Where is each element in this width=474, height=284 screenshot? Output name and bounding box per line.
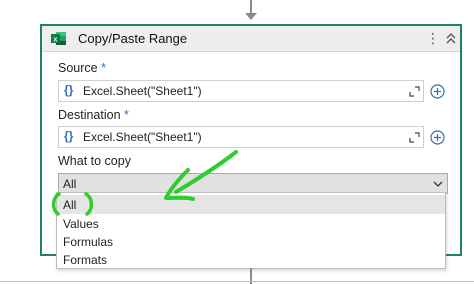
excel-icon: x (51, 32, 66, 45)
source-label: Source * (58, 61, 106, 75)
chevron-double-up-icon[interactable] (444, 29, 458, 47)
dropdown-option-values[interactable]: Values (57, 214, 445, 233)
source-value: Excel.Sheet("Sheet1") (83, 84, 202, 98)
chevron-down-icon[interactable] (433, 180, 443, 188)
source-field[interactable]: {} Excel.Sheet("Sheet1") (58, 80, 424, 102)
flow-connector-top (250, 0, 252, 14)
what-to-copy-select[interactable]: All (58, 173, 448, 194)
expand-editor-icon[interactable] (409, 132, 420, 143)
dropdown-option-formulas[interactable]: Formulas (57, 232, 445, 251)
canvas-divider (0, 281, 474, 282)
what-to-copy-label: What to copy (58, 154, 131, 168)
destination-label: Destination * (58, 108, 129, 122)
destination-value: Excel.Sheet("Sheet1") (83, 130, 202, 144)
expand-editor-icon[interactable] (409, 86, 420, 97)
flow-arrow-icon (245, 13, 257, 20)
activity-header[interactable]: x Copy/Paste Range ⋮ (42, 26, 460, 52)
dropdown-option-all[interactable]: All (57, 195, 445, 214)
expression-braces-icon: {} (64, 129, 74, 143)
svg-text:x: x (54, 37, 58, 44)
kebab-menu-icon[interactable]: ⋮ (426, 28, 440, 48)
destination-add-icon[interactable] (430, 130, 445, 145)
source-add-icon[interactable] (430, 84, 445, 99)
what-to-copy-selected: All (63, 177, 77, 191)
expression-braces-icon: {} (64, 83, 74, 97)
destination-field[interactable]: {} Excel.Sheet("Sheet1") (58, 126, 424, 148)
what-to-copy-dropdown[interactable]: All Values Formulas Formats (56, 192, 446, 269)
activity-title: Copy/Paste Range (78, 31, 188, 46)
dropdown-option-formats[interactable]: Formats (57, 250, 445, 269)
